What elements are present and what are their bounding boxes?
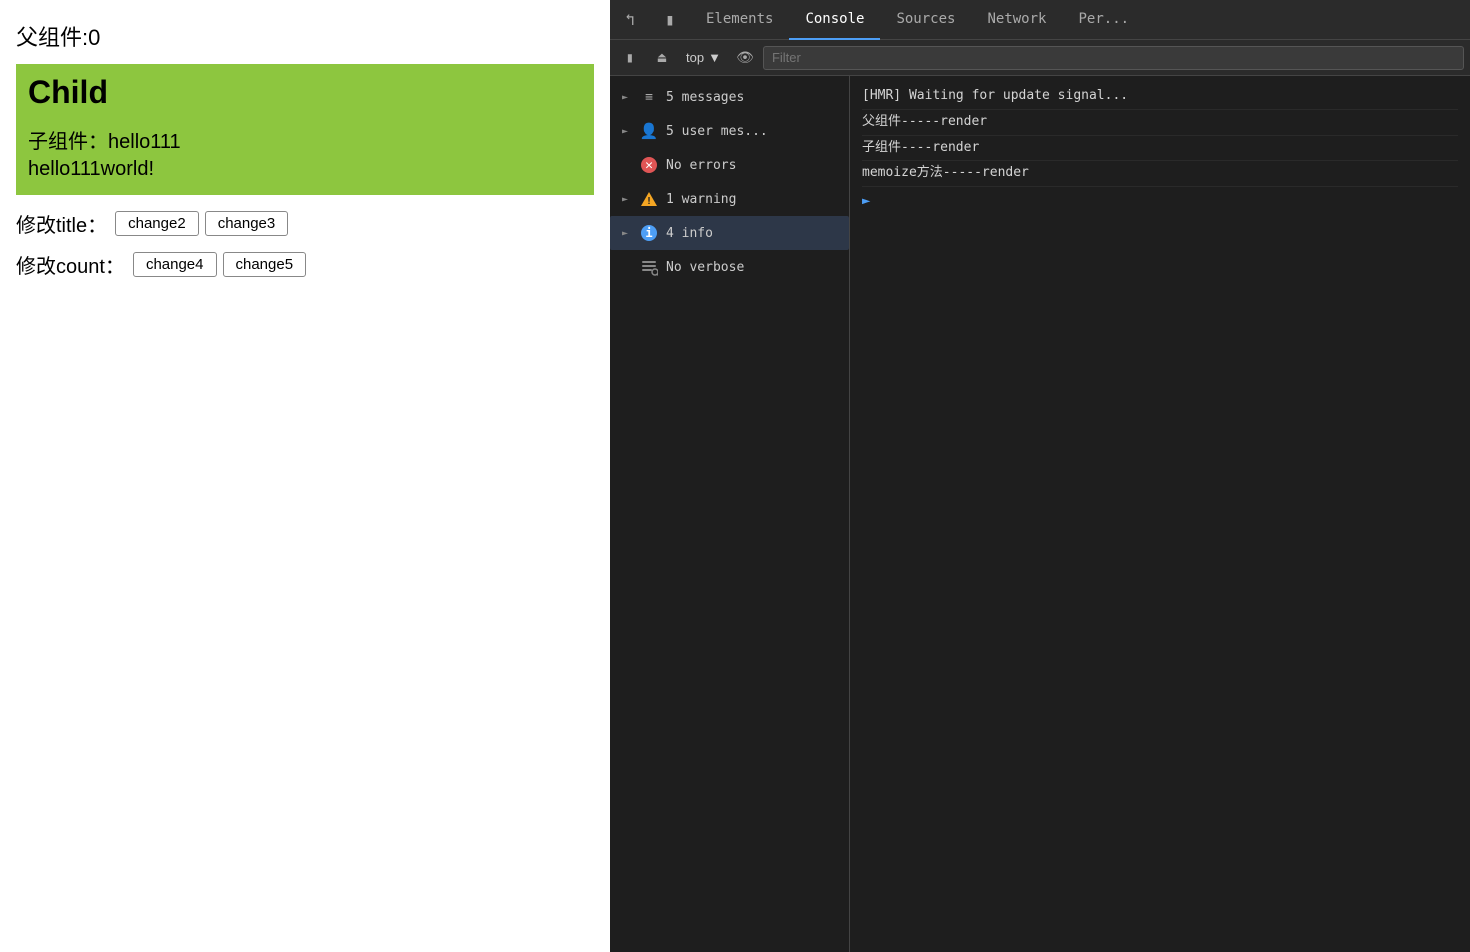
modify-title-row: 修改title： change2 change3 [16,209,594,238]
clear-icon[interactable]: ⏏ [648,44,676,72]
child-title: Child [28,74,582,111]
child-world: hello111world! [28,158,582,181]
devtools-main: ► ≡ 5 messages ► 👤 5 user mes... ► ✕ [610,76,1470,952]
messages-label: 5 messages [666,90,744,105]
child-section: Child 子组件：hello111 hello111world! [16,64,594,195]
console-line-memoize: memoize方法-----render [862,161,1458,187]
info-label: 4 info [666,226,713,241]
arrow-icon-messages: ► [622,92,632,103]
tab-sources[interactable]: Sources [880,0,971,40]
device-icon[interactable]: ▮ [650,0,690,40]
tab-console[interactable]: Console [789,0,880,40]
warning-label: 1 warning [666,192,736,207]
console-line-child: 子组件----render [862,136,1458,162]
arrow-icon-user: ► [622,126,632,137]
sidebar-toggle-icon[interactable]: ▮ [616,44,644,72]
parent-label: 父组件:0 [16,20,594,52]
console-toolbar: ▮ ⏏ top ▼ 👁 [610,40,1470,76]
console-line-parent: 父组件-----render [862,110,1458,136]
error-icon: ✕ [640,156,658,174]
modify-count-label: 修改count： [16,250,125,279]
warning-icon: ! [640,190,658,208]
log-level-verbose[interactable]: ► No verbose [610,250,849,284]
modify-title-label: 修改title： [16,209,107,238]
console-output: [HMR] Waiting for update signal... 父组件--… [850,76,1470,952]
change3-button[interactable]: change3 [205,211,289,236]
change4-button[interactable]: change4 [133,252,217,277]
verbose-label: No verbose [666,260,744,275]
tab-network[interactable]: Network [971,0,1062,40]
arrow-icon-warning: ► [622,194,632,205]
user-label: 5 user mes... [666,124,768,139]
console-line-hmr: [HMR] Waiting for update signal... [862,84,1458,110]
svg-text:!: ! [646,196,652,207]
tab-performance[interactable]: Per... [1062,0,1145,40]
context-selector[interactable]: top ▼ [680,48,727,67]
change5-button[interactable]: change5 [223,252,307,277]
filter-input[interactable] [763,46,1464,70]
eye-icon[interactable]: 👁 [731,44,759,72]
cursor-icon[interactable]: ↰ [610,0,650,40]
verbose-icon [640,258,658,276]
info-icon: i [640,224,658,242]
console-prompt[interactable]: ► [862,193,1458,209]
arrow-icon-info: ► [622,228,632,239]
svg-text:✕: ✕ [645,158,653,173]
log-level-user[interactable]: ► 👤 5 user mes... [610,114,849,148]
errors-label: No errors [666,158,736,173]
context-label: top [686,50,704,65]
user-icon: 👤 [640,122,658,140]
devtools-tab-bar: ↰ ▮ Elements Console Sources Network Per… [610,0,1470,40]
dropdown-arrow-icon: ▼ [708,50,721,65]
log-levels-sidebar: ► ≡ 5 messages ► 👤 5 user mes... ► ✕ [610,76,850,952]
log-level-warning[interactable]: ► ! 1 warning [610,182,849,216]
log-level-messages[interactable]: ► ≡ 5 messages [610,80,849,114]
tab-elements[interactable]: Elements [690,0,789,40]
devtools-panel: ↰ ▮ Elements Console Sources Network Per… [610,0,1470,952]
child-sub: 子组件：hello111 [28,125,582,154]
app-panel: 父组件:0 Child 子组件：hello111 hello111world! … [0,0,610,952]
change2-button[interactable]: change2 [115,211,199,236]
modify-count-row: 修改count： change4 change5 [16,250,594,279]
log-level-info[interactable]: ► i 4 info [610,216,849,250]
log-level-errors[interactable]: ► ✕ No errors [610,148,849,182]
svg-text:i: i [645,226,652,240]
list-icon: ≡ [640,88,658,106]
prompt-arrow-icon: ► [862,193,870,209]
